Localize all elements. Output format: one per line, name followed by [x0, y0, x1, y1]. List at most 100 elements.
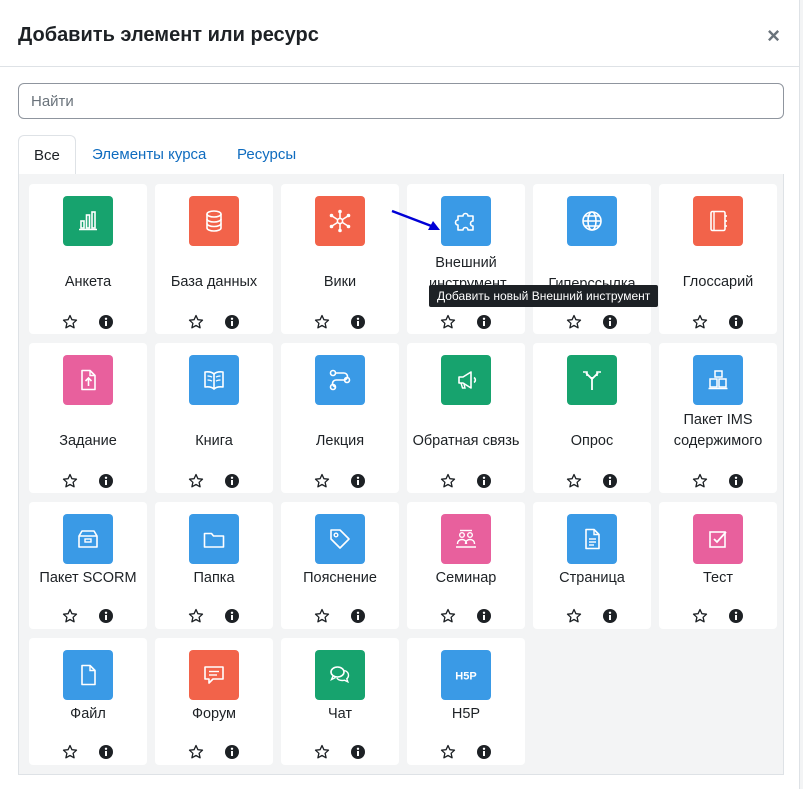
tab-activities[interactable]: Элементы курса [77, 135, 221, 175]
activity-card-tag[interactable]: Пояснение [281, 502, 399, 629]
route-icon[interactable] [315, 355, 365, 405]
star-icon[interactable] [566, 473, 582, 489]
globe-icon[interactable] [567, 196, 617, 246]
activity-card-chat-bubbles[interactable]: Чат [281, 638, 399, 765]
activity-card-bar-chart[interactable]: Анкета [29, 184, 147, 334]
activity-card-address-book[interactable]: Глоссарий [659, 184, 777, 334]
star-icon[interactable] [62, 314, 78, 330]
star-icon[interactable] [188, 473, 204, 489]
activity-card-database[interactable]: База данных [155, 184, 273, 334]
activity-label: Анкета [64, 274, 112, 290]
file-upload-icon[interactable] [63, 355, 113, 405]
chat-bubbles-icon[interactable] [315, 650, 365, 700]
info-icon[interactable] [602, 608, 618, 624]
activity-label: Страница [559, 570, 625, 586]
activity-card-comment[interactable]: Форум [155, 638, 273, 765]
book-icon[interactable] [189, 355, 239, 405]
box-icon[interactable] [63, 514, 113, 564]
star-icon[interactable] [62, 608, 78, 624]
info-icon[interactable] [350, 608, 366, 624]
close-button[interactable]: × [767, 25, 780, 47]
activity-card-signpost[interactable]: Опрос [533, 343, 651, 493]
activity-label: H5P [451, 706, 481, 722]
star-icon[interactable] [440, 608, 456, 624]
star-icon[interactable] [188, 744, 204, 760]
activity-card-h5p[interactable]: H5P H5P [407, 638, 525, 765]
info-icon[interactable] [728, 314, 744, 330]
activity-card-route[interactable]: Лекция [281, 343, 399, 493]
address-book-icon[interactable] [693, 196, 743, 246]
star-icon[interactable] [440, 314, 456, 330]
info-icon[interactable] [476, 473, 492, 489]
info-icon[interactable] [224, 744, 240, 760]
cubes-icon[interactable] [693, 355, 743, 405]
tag-icon[interactable] [315, 514, 365, 564]
activity-card-file[interactable]: Файл [29, 638, 147, 765]
activity-label: Файл [70, 706, 106, 722]
database-icon[interactable] [189, 196, 239, 246]
info-icon[interactable] [98, 744, 114, 760]
info-icon[interactable] [224, 608, 240, 624]
star-icon[interactable] [62, 473, 78, 489]
star-icon[interactable] [188, 608, 204, 624]
info-icon[interactable] [602, 314, 618, 330]
star-icon[interactable] [692, 608, 708, 624]
info-icon[interactable] [476, 744, 492, 760]
star-icon[interactable] [566, 608, 582, 624]
star-icon[interactable] [314, 314, 330, 330]
star-icon[interactable] [314, 608, 330, 624]
info-icon[interactable] [350, 473, 366, 489]
megaphone-icon[interactable] [441, 355, 491, 405]
star-icon[interactable] [188, 314, 204, 330]
tab-all[interactable]: Все [18, 135, 76, 176]
info-icon[interactable] [98, 314, 114, 330]
info-icon[interactable] [728, 608, 744, 624]
folder-icon[interactable] [189, 514, 239, 564]
activity-card-globe[interactable]: Гиперссылка [533, 184, 651, 334]
info-icon[interactable] [602, 473, 618, 489]
signpost-icon[interactable] [567, 355, 617, 405]
info-icon[interactable] [350, 314, 366, 330]
info-icon[interactable] [476, 608, 492, 624]
network-icon[interactable] [315, 196, 365, 246]
workshop-icon[interactable] [441, 514, 491, 564]
star-icon[interactable] [692, 473, 708, 489]
activity-label: Опрос [570, 433, 614, 449]
activity-card-cubes[interactable]: Пакет IMS содержимого [659, 343, 777, 493]
document-icon[interactable] [567, 514, 617, 564]
star-icon[interactable] [314, 473, 330, 489]
star-icon[interactable] [314, 744, 330, 760]
info-icon[interactable] [224, 473, 240, 489]
activity-label: Чат [327, 706, 353, 722]
activity-card-book[interactable]: Книга [155, 343, 273, 493]
bar-chart-icon[interactable] [63, 196, 113, 246]
activity-label: Лекция [315, 433, 365, 449]
activity-card-document[interactable]: Страница [533, 502, 651, 629]
tooltip: Добавить новый Внешний инструмент [429, 285, 659, 307]
file-icon[interactable] [63, 650, 113, 700]
activity-card-workshop[interactable]: Семинар [407, 502, 525, 629]
info-icon[interactable] [224, 314, 240, 330]
comment-icon[interactable] [189, 650, 239, 700]
search-input[interactable] [18, 83, 784, 119]
star-icon[interactable] [692, 314, 708, 330]
star-icon[interactable] [440, 473, 456, 489]
tab-resources[interactable]: Ресурсы [222, 135, 311, 175]
star-icon[interactable] [566, 314, 582, 330]
star-icon[interactable] [440, 744, 456, 760]
activity-card-checkbox[interactable]: Тест [659, 502, 777, 629]
puzzle-icon[interactable] [441, 196, 491, 246]
star-icon[interactable] [62, 744, 78, 760]
activity-card-box[interactable]: Пакет SCORM [29, 502, 147, 629]
info-icon[interactable] [98, 473, 114, 489]
activity-card-network[interactable]: Вики [281, 184, 399, 334]
activity-card-file-upload[interactable]: Задание [29, 343, 147, 493]
info-icon[interactable] [98, 608, 114, 624]
activity-card-megaphone[interactable]: Обратная связь [407, 343, 525, 493]
info-icon[interactable] [476, 314, 492, 330]
activity-card-folder[interactable]: Папка [155, 502, 273, 629]
info-icon[interactable] [350, 744, 366, 760]
h5p-icon[interactable]: H5P [441, 650, 491, 700]
info-icon[interactable] [728, 473, 744, 489]
checkbox-icon[interactable] [693, 514, 743, 564]
